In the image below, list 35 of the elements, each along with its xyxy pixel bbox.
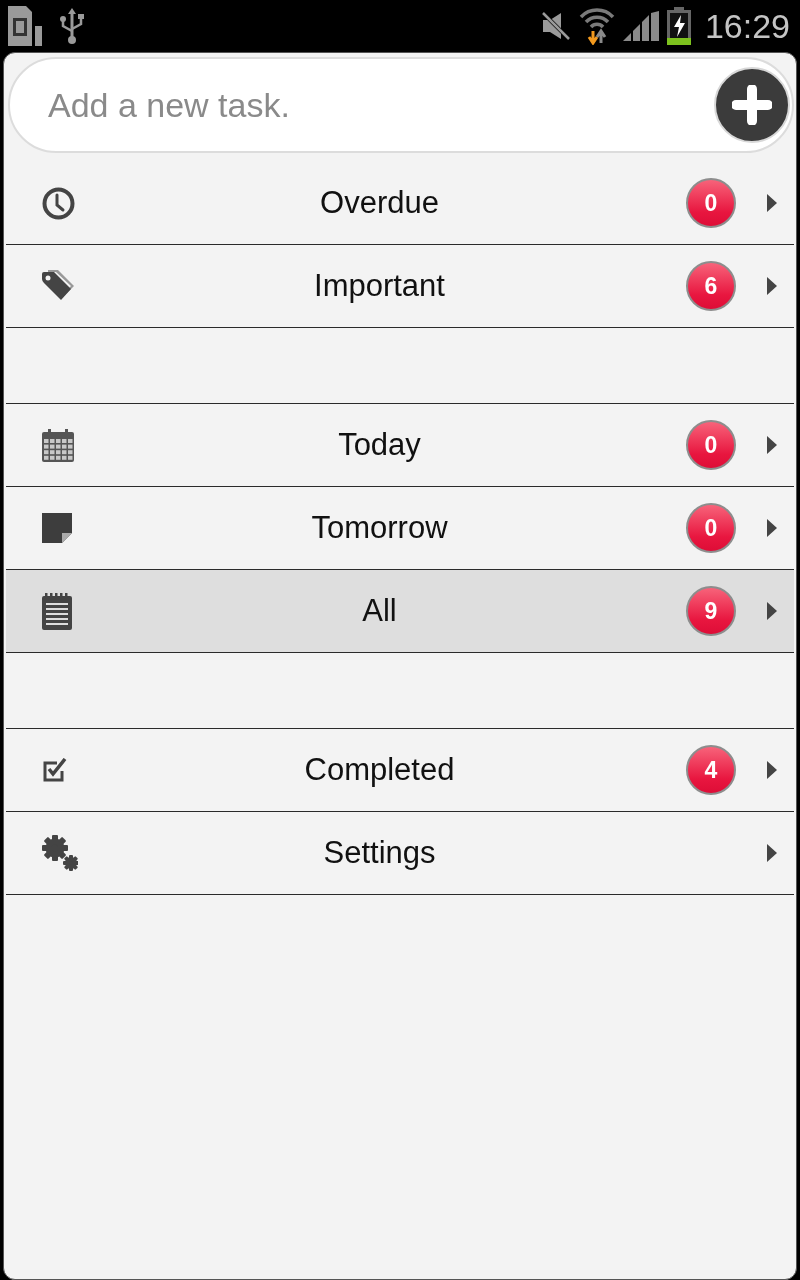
sim-card-icon <box>8 5 42 46</box>
count-badge: 0 <box>686 178 736 228</box>
list-item[interactable]: Overdue 0 <box>6 162 794 245</box>
battery-charging-icon <box>666 6 691 45</box>
count-badge: 4 <box>686 745 736 795</box>
list-item[interactable]: Completed 4 <box>6 729 794 812</box>
new-task-field[interactable]: Add a new task. <box>8 57 794 153</box>
count-badge: 0 <box>686 420 736 470</box>
gears-icon <box>42 835 78 871</box>
chevron-right-icon <box>767 194 777 212</box>
wifi-icon <box>578 6 615 45</box>
count-badge: 0 <box>686 503 736 553</box>
plus-icon <box>732 85 772 125</box>
calendar-icon <box>42 428 74 462</box>
mute-icon <box>540 10 571 41</box>
chevron-right-icon <box>767 844 777 862</box>
tag-icon <box>42 270 74 302</box>
count-badge: 6 <box>686 261 736 311</box>
checkbox-icon <box>42 757 67 783</box>
list-item[interactable]: Today 0 <box>6 404 794 487</box>
list-item[interactable]: Important 6 <box>6 245 794 328</box>
signal-bars-icon <box>622 10 659 41</box>
count-badge: 9 <box>686 586 736 636</box>
chevron-right-icon <box>767 436 777 454</box>
notepad-icon <box>42 592 72 630</box>
clock-time: 16:29 <box>704 8 790 43</box>
chevron-right-icon <box>767 519 777 537</box>
usb-icon <box>60 7 84 44</box>
list-item[interactable]: All 9 <box>6 570 794 653</box>
chevron-right-icon <box>767 277 777 295</box>
clock-icon <box>42 186 75 220</box>
list-item[interactable]: Settings <box>6 812 794 895</box>
note-icon <box>42 513 72 543</box>
chevron-right-icon <box>767 602 777 620</box>
chevron-right-icon <box>767 761 777 779</box>
